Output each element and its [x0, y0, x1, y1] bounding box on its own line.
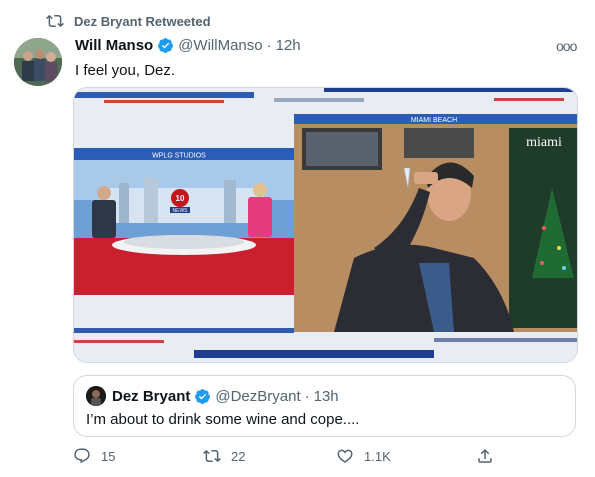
quoted-tweet-header: Dez Bryant @DezBryant · 13h [86, 386, 339, 406]
reply-button[interactable]: 15 [73, 447, 115, 465]
quoted-avatar-photo [86, 386, 106, 406]
right-panel-label: MIAMI BEACH [411, 117, 457, 124]
retweet-banner-label: Dez Bryant Retweeted [74, 13, 211, 29]
heart-icon [337, 449, 353, 463]
share-icon [478, 448, 492, 463]
tweet-text: I feel you, Dez. [75, 62, 176, 79]
more-options-icon[interactable]: ooo [556, 38, 578, 54]
news-logo-text: NEWS [173, 208, 189, 214]
retweet-banner[interactable]: Dez Bryant Retweeted [46, 12, 211, 30]
quoted-timestamp: 13h [313, 387, 339, 405]
share-button[interactable] [476, 447, 504, 465]
tweet-timestamp[interactable]: 12h [276, 37, 301, 54]
news-logo-channel: 10 [176, 194, 185, 203]
tweet-header: Will Manso @WillManso · 12h [75, 37, 301, 54]
separator-dot: · [266, 37, 272, 54]
quoted-tweet-text: I’m about to drink some wine and cope...… [86, 411, 360, 428]
quoted-separator-dot: · [304, 387, 310, 405]
reply-count: 15 [101, 448, 116, 464]
reply-icon [74, 448, 90, 464]
retweet-button[interactable]: 22 [203, 447, 245, 465]
action-bar: 15 22 1.1K [73, 447, 543, 469]
like-count: 1.1K [364, 448, 391, 464]
author-name[interactable]: Will Manso [75, 37, 153, 54]
quoted-author-name: Dez Bryant [112, 387, 191, 405]
tweet-media-image[interactable]: WPLG STUDIOS 10 NEWS MIAMI BEACH miami [73, 87, 578, 363]
author-handle[interactable]: @WillManso [178, 37, 262, 54]
quoted-author-handle: @DezBryant [215, 387, 301, 405]
media-illustration: WPLG STUDIOS 10 NEWS MIAMI BEACH miami [74, 88, 577, 362]
like-button[interactable]: 1.1K [336, 447, 391, 465]
quoted-avatar [86, 386, 106, 406]
retweet-action-icon [203, 449, 221, 463]
avatar-photo [14, 38, 62, 86]
avatar[interactable] [14, 38, 62, 86]
quoted-tweet[interactable]: Dez Bryant @DezBryant · 13h I’m about to… [73, 375, 576, 437]
verified-badge-icon [158, 38, 174, 53]
quoted-verified-badge-icon [195, 388, 211, 404]
retweet-icon [46, 14, 64, 28]
banner-text: miami [526, 135, 562, 150]
retweet-count: 22 [231, 448, 246, 464]
left-panel-label: WPLG STUDIOS [152, 153, 206, 160]
